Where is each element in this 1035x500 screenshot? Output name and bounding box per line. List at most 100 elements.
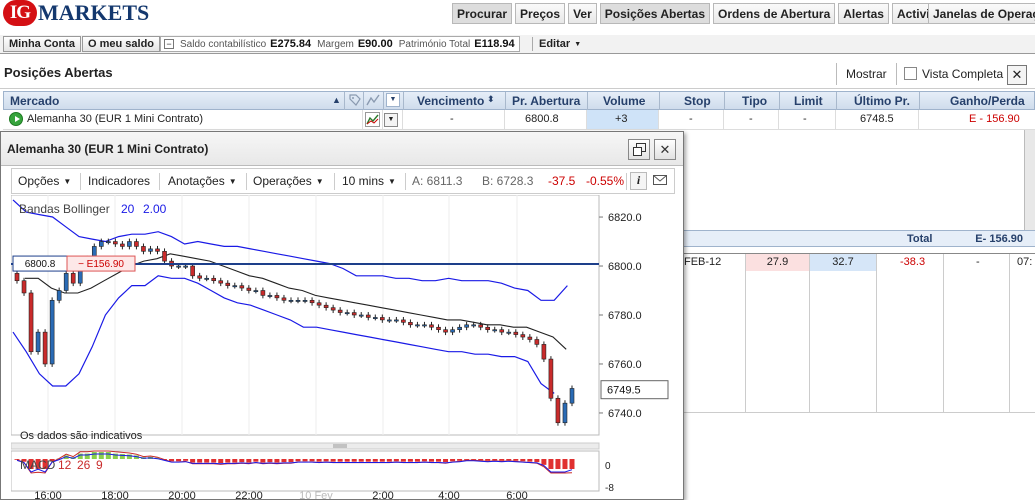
macd-bar [365, 459, 371, 462]
interval-select[interactable]: 10 mins ▼ [342, 174, 396, 188]
col-ultimo-pr[interactable]: Último Pr. [854, 94, 910, 108]
row-abertura: 6800.8 [525, 113, 559, 125]
candle [106, 241, 111, 244]
opcoes-menu[interactable]: Opções ▼ [18, 174, 71, 188]
macd-bar [372, 459, 378, 462]
close-icon[interactable]: ✕ [1007, 65, 1027, 85]
candle [569, 388, 575, 404]
lower-change: -38.3 [900, 256, 926, 268]
chevron-down-icon: ▼ [315, 177, 324, 186]
candle [70, 273, 76, 284]
account-summary: − Saldo contabilístico E275.84 Margem E9… [160, 36, 520, 52]
row-market[interactable]: Alemanha 30 (EUR 1 Mini Contrato) [27, 113, 203, 125]
macd-bar [499, 459, 505, 461]
candle [457, 326, 462, 330]
candle [197, 275, 202, 279]
sort-icon[interactable]: ⬍ [487, 94, 495, 105]
candle [295, 300, 301, 302]
col-vencimento[interactable]: Vencimento [417, 94, 484, 108]
col-tipo[interactable]: Tipo [742, 94, 767, 108]
candle [148, 248, 153, 252]
col-ganho-perda[interactable]: Ganho/Perda [950, 94, 1025, 108]
minha-conta-button[interactable]: Minha Conta [3, 36, 81, 52]
nav-ordens-de-abertura[interactable]: Ordens de Abertura [713, 3, 836, 24]
mostrar-button[interactable]: Mostrar [846, 67, 887, 81]
nav-procurar[interactable]: Procurar [452, 3, 513, 24]
macd-param-signal[interactable]: 9 [96, 458, 103, 472]
macd-bar [358, 459, 364, 462]
indicator-param-period[interactable]: 20 [121, 202, 135, 216]
nav-precos[interactable]: Preços [515, 3, 566, 24]
col-mercado[interactable]: Mercado [10, 94, 59, 108]
col-limit[interactable]: Limit [794, 94, 823, 108]
mail-icon[interactable] [652, 173, 668, 190]
nav-janelas-de-operacao[interactable]: Janelas de Operaç [928, 3, 1035, 24]
indicator-param-std[interactable]: 2.00 [143, 202, 167, 216]
price-chart[interactable]: 6800.8 − E156.90 6820.0 6800.0 6780.0 6760.… [11, 195, 673, 500]
indicadores-button[interactable]: Indicadores [88, 174, 150, 188]
nav-alertas[interactable]: Alertas [838, 3, 889, 24]
candle [253, 290, 259, 293]
col-pr-abertura[interactable]: Pr. Abertura [512, 94, 580, 108]
macd-bar [555, 459, 561, 469]
row-limit[interactable]: - [803, 113, 807, 125]
row-ganho-perda: E - 156.90 [969, 113, 1020, 125]
play-icon[interactable] [9, 112, 23, 126]
x-tick-label: 18:00 [101, 490, 129, 500]
lower-sell[interactable]: 27.9 [746, 254, 809, 271]
restore-window-icon[interactable] [628, 139, 650, 160]
col-volume[interactable]: Volume [603, 94, 645, 108]
nav-ver[interactable]: Ver [568, 3, 597, 24]
x-tick-label: 10 Fev [299, 490, 333, 500]
candle [351, 312, 357, 316]
candle [485, 326, 490, 330]
y-tick-label: 6800.0 [608, 261, 642, 273]
anotacoes-menu[interactable]: Anotações ▼ [168, 174, 237, 188]
candle [281, 297, 287, 301]
macd-tick-neg8: -8 [605, 483, 614, 494]
sort-up-icon[interactable]: ▲ [332, 95, 341, 105]
nav-posicoes-abertas[interactable]: Posições Abertas [599, 3, 711, 24]
chart-window-titlebar[interactable]: Alemanha 30 (EUR 1 Mini Contrato) ✕ [1, 132, 683, 166]
candle [506, 331, 512, 334]
macd-param-fast[interactable]: 12 [58, 458, 72, 472]
logo-mark: IG [3, 0, 37, 26]
row-stop[interactable]: - [689, 113, 693, 125]
indicator-label[interactable]: Bandas Bollinger [19, 202, 110, 216]
pane-splitter[interactable] [11, 442, 600, 450]
candle [127, 241, 132, 247]
editar-dropdown[interactable]: Editar ▼ [532, 37, 587, 51]
info-icon[interactable]: i [630, 172, 647, 190]
macd-bar [183, 459, 189, 461]
tag-icon[interactable] [348, 93, 362, 110]
candle [372, 317, 378, 319]
vista-completa-checkbox[interactable] [904, 67, 917, 80]
candle [204, 277, 209, 280]
macd-bar [295, 459, 301, 462]
chart-window[interactable]: Alemanha 30 (EUR 1 Mini Contrato) ✕ Opçõ… [0, 131, 684, 500]
total-row: Total E- 156.90 [679, 230, 1035, 247]
close-icon[interactable]: ✕ [654, 139, 676, 160]
chevron-down-icon[interactable]: ▼ [386, 93, 400, 107]
last-price-label: 6749.5 [607, 385, 641, 397]
minus-icon[interactable]: − [164, 39, 174, 49]
lower-buy[interactable]: 32.7 [810, 254, 876, 271]
chart-icon[interactable] [365, 112, 380, 130]
candle [337, 309, 343, 313]
macd-param-slow[interactable]: 26 [77, 458, 91, 472]
meu-saldo-button[interactable]: O meu saldo [82, 36, 161, 52]
chevron-down-icon[interactable]: ▼ [384, 113, 398, 127]
position-tag[interactable]: 6800.8 − E156.90 [12, 255, 136, 272]
vista-completa-label: Vista Completa [922, 67, 1004, 81]
candle [358, 314, 364, 317]
chart-type-icon[interactable] [366, 93, 380, 110]
col-stop[interactable]: Stop [684, 94, 711, 108]
candle [63, 273, 69, 291]
scrollbar[interactable] [1024, 130, 1035, 230]
table-row[interactable]: Alemanha 30 (EUR 1 Mini Contrato) ▼ - 68… [3, 110, 1035, 130]
macd-label[interactable]: MACD [20, 458, 56, 472]
operacoes-menu[interactable]: Operações ▼ [253, 174, 324, 188]
macd-bar [302, 459, 308, 462]
macd-bar [344, 459, 350, 462]
macd-bar [351, 459, 357, 462]
